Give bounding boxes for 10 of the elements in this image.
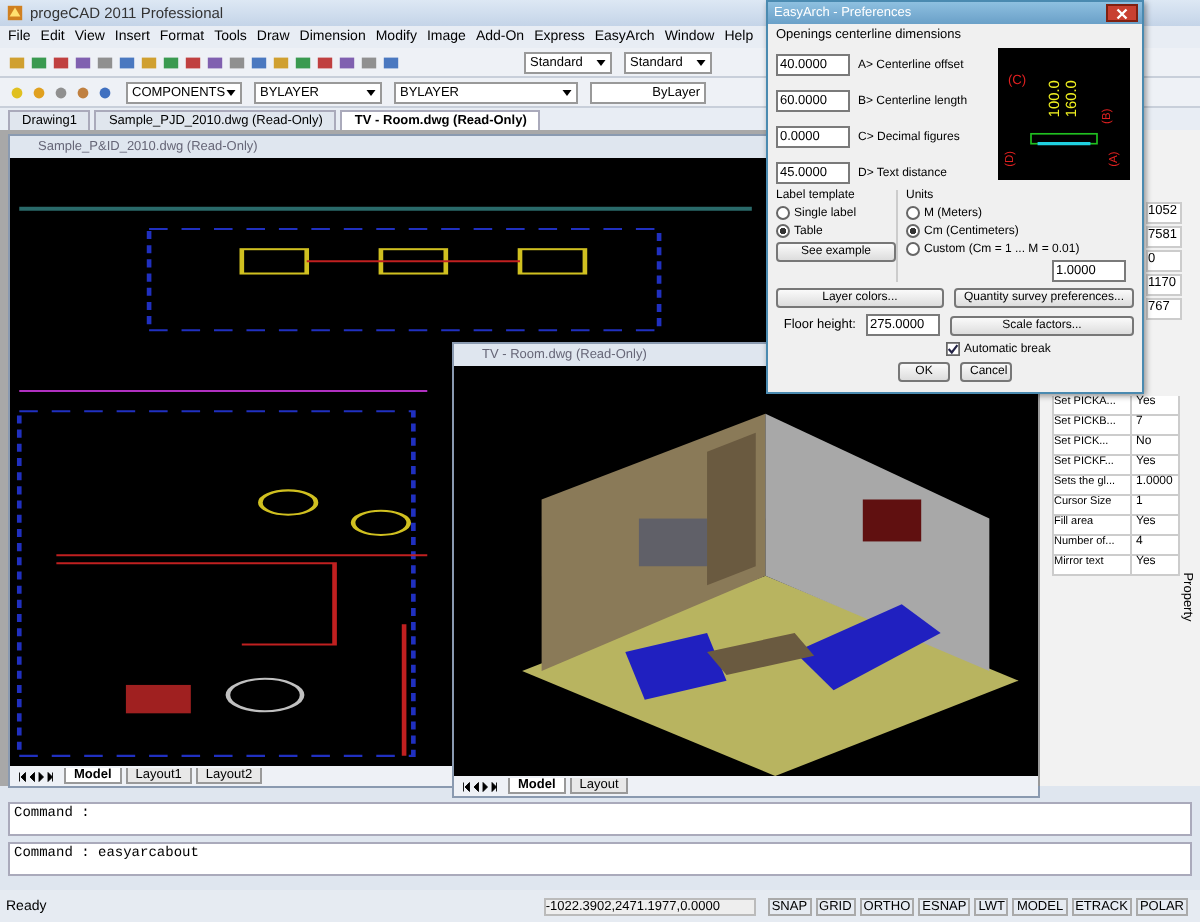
- caret-icon: [366, 89, 376, 95]
- tab-scroll-buttons-icon[interactable]: [18, 771, 54, 781]
- caret-icon: [226, 89, 236, 95]
- close-icon: [1116, 7, 1128, 19]
- caret-icon: [696, 59, 706, 65]
- caret-icon: [596, 59, 606, 65]
- caret-icon: [562, 89, 572, 95]
- app-icon: [6, 4, 24, 22]
- close-button[interactable]: [1106, 4, 1138, 22]
- tab-scroll-buttons-icon[interactable]: [462, 781, 498, 791]
